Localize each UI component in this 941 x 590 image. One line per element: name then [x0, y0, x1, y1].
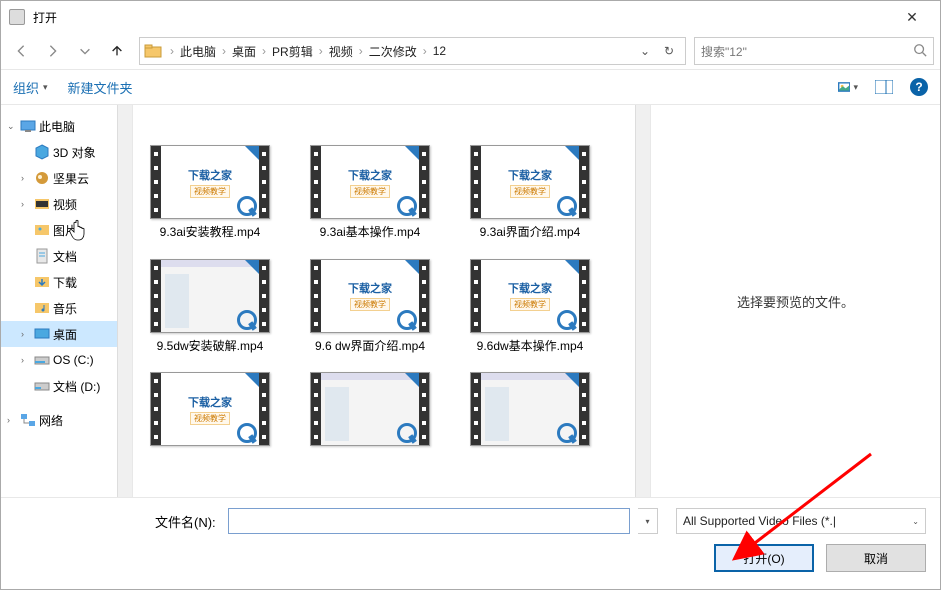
- toolbar: 组织 ▾ 新建文件夹 ▾ ?: [1, 69, 940, 105]
- breadcrumb-item[interactable]: 二次修改: [365, 43, 421, 60]
- recent-dropdown[interactable]: [71, 37, 99, 65]
- badge-icon: [405, 373, 419, 387]
- tree-documents[interactable]: 文档: [1, 243, 132, 269]
- file-type-filter[interactable]: All Supported Video Files (*.| ⌄: [676, 508, 926, 534]
- file-item[interactable]: 下载之家视频教学: [145, 372, 275, 452]
- breadcrumb-item[interactable]: 此电脑: [176, 43, 220, 60]
- preview-placeholder: 选择要预览的文件。: [737, 292, 854, 311]
- file-item[interactable]: [465, 372, 595, 452]
- badge-icon: [245, 146, 259, 160]
- breadcrumb-sep: ›: [168, 44, 176, 58]
- file-label: 9.6dw基本操作.mp4: [465, 339, 595, 355]
- bottom-panel: 文件名(N): ▾ All Supported Video Files (*.|…: [1, 497, 940, 586]
- tree-3d-objects[interactable]: 3D 对象: [1, 139, 132, 165]
- breadcrumb-item[interactable]: 桌面: [228, 43, 260, 60]
- badge-icon: [565, 373, 579, 387]
- search-input[interactable]: 搜索"12": [694, 37, 934, 65]
- filename-dropdown[interactable]: ▾: [638, 508, 658, 534]
- address-bar[interactable]: › 此电脑 › 桌面 › PR剪辑 › 视频 › 二次修改 › 12 ⌄ ↻: [139, 37, 686, 65]
- search-icon: [913, 43, 927, 60]
- video-thumbnail: 下载之家视频教学: [470, 259, 590, 333]
- file-label: 9.6 dw界面介绍.mp4: [305, 339, 435, 355]
- preview-pane-button[interactable]: [874, 77, 894, 97]
- main-area: ⌄ 此电脑 3D 对象 ›坚果云 ›视频 图片 文档 下载 音乐 ›桌面 ›OS…: [1, 105, 940, 497]
- close-button[interactable]: ✕: [892, 9, 932, 26]
- q-badge-icon: [557, 423, 577, 443]
- tree-drive-d[interactable]: 文档 (D:): [1, 373, 132, 399]
- tree-network[interactable]: ›网络: [1, 407, 132, 433]
- file-label: 9.5dw安装破解.mp4: [145, 339, 275, 355]
- window-title: 打开: [33, 9, 57, 26]
- back-button[interactable]: [7, 37, 35, 65]
- tree-music[interactable]: 音乐: [1, 295, 132, 321]
- badge-icon: [405, 146, 419, 160]
- q-badge-icon: [557, 196, 577, 216]
- up-button[interactable]: [103, 37, 131, 65]
- file-pane: 下载之家视频教学 9.3ai安装教程.mp4 下载之家视频教学 9.3ai基本操…: [133, 105, 940, 497]
- filename-label: 文件名(N):: [155, 512, 216, 531]
- badge-icon: [405, 260, 419, 274]
- app-icon: [9, 9, 25, 25]
- file-label: 9.3ai安装教程.mp4: [145, 225, 275, 241]
- chevron-down-icon: ⌄: [912, 517, 919, 526]
- video-thumbnail: [310, 372, 430, 446]
- file-item[interactable]: 9.5dw安装破解.mp4: [145, 259, 275, 355]
- organize-button[interactable]: 组织 ▾: [13, 78, 48, 97]
- filename-input[interactable]: [228, 508, 630, 534]
- refresh-button[interactable]: ↻: [657, 44, 681, 58]
- file-label: 9.3ai界面介绍.mp4: [465, 225, 595, 241]
- tree-desktop[interactable]: ›桌面: [1, 321, 132, 347]
- file-label: 9.3ai基本操作.mp4: [305, 225, 435, 241]
- open-button[interactable]: 打开(O): [714, 544, 814, 572]
- video-thumbnail: 下载之家视频教学: [310, 145, 430, 219]
- q-badge-icon: [237, 423, 257, 443]
- q-badge-icon: [397, 423, 417, 443]
- file-item[interactable]: 下载之家视频教学 9.3ai基本操作.mp4: [305, 145, 435, 241]
- forward-button[interactable]: [39, 37, 67, 65]
- badge-icon: [245, 373, 259, 387]
- q-badge-icon: [237, 196, 257, 216]
- tree-downloads[interactable]: 下载: [1, 269, 132, 295]
- preview-pane: 选择要预览的文件。: [650, 105, 940, 497]
- help-button[interactable]: ?: [910, 78, 928, 96]
- search-placeholder: 搜索"12": [701, 43, 747, 60]
- tree-this-pc[interactable]: ⌄ 此电脑: [1, 113, 132, 139]
- tree-videos[interactable]: ›视频: [1, 191, 132, 217]
- breadcrumb-item[interactable]: 视频: [325, 43, 357, 60]
- cancel-button[interactable]: 取消: [826, 544, 926, 572]
- folder-tree[interactable]: ⌄ 此电脑 3D 对象 ›坚果云 ›视频 图片 文档 下载 音乐 ›桌面 ›OS…: [1, 105, 133, 497]
- tree-drive-c[interactable]: ›OS (C:): [1, 347, 132, 373]
- file-grid[interactable]: 下载之家视频教学 9.3ai安装教程.mp4 下载之家视频教学 9.3ai基本操…: [133, 105, 650, 497]
- badge-icon: [245, 260, 259, 274]
- nav-row: › 此电脑 › 桌面 › PR剪辑 › 视频 › 二次修改 › 12 ⌄ ↻ 搜…: [1, 33, 940, 69]
- q-badge-icon: [397, 196, 417, 216]
- file-item[interactable]: 下载之家视频教学 9.3ai安装教程.mp4: [145, 145, 275, 241]
- file-item[interactable]: 下载之家视频教学 9.6 dw界面介绍.mp4: [305, 259, 435, 355]
- video-thumbnail: 下载之家视频教学: [150, 372, 270, 446]
- tree-pictures[interactable]: 图片: [1, 217, 132, 243]
- badge-icon: [565, 146, 579, 160]
- title-bar: 打开 ✕: [1, 1, 940, 33]
- q-badge-icon: [557, 310, 577, 330]
- video-thumbnail: 下载之家视频教学: [310, 259, 430, 333]
- breadcrumb-item[interactable]: PR剪辑: [268, 43, 317, 60]
- breadcrumb-item[interactable]: 12: [429, 44, 450, 58]
- folder-icon: [144, 42, 162, 60]
- address-dropdown[interactable]: ⌄: [633, 44, 657, 58]
- video-thumbnail: [470, 372, 590, 446]
- new-folder-button[interactable]: 新建文件夹: [68, 78, 133, 97]
- q-badge-icon: [237, 310, 257, 330]
- file-item[interactable]: [305, 372, 435, 452]
- q-badge-icon: [397, 310, 417, 330]
- tree-jianguoyun[interactable]: ›坚果云: [1, 165, 132, 191]
- video-thumbnail: 下载之家视频教学: [150, 145, 270, 219]
- file-item[interactable]: 下载之家视频教学 9.3ai界面介绍.mp4: [465, 145, 595, 241]
- file-item[interactable]: 下载之家视频教学 9.6dw基本操作.mp4: [465, 259, 595, 355]
- view-mode-button[interactable]: ▾: [838, 77, 858, 97]
- video-thumbnail: [150, 259, 270, 333]
- video-thumbnail: 下载之家视频教学: [470, 145, 590, 219]
- badge-icon: [565, 260, 579, 274]
